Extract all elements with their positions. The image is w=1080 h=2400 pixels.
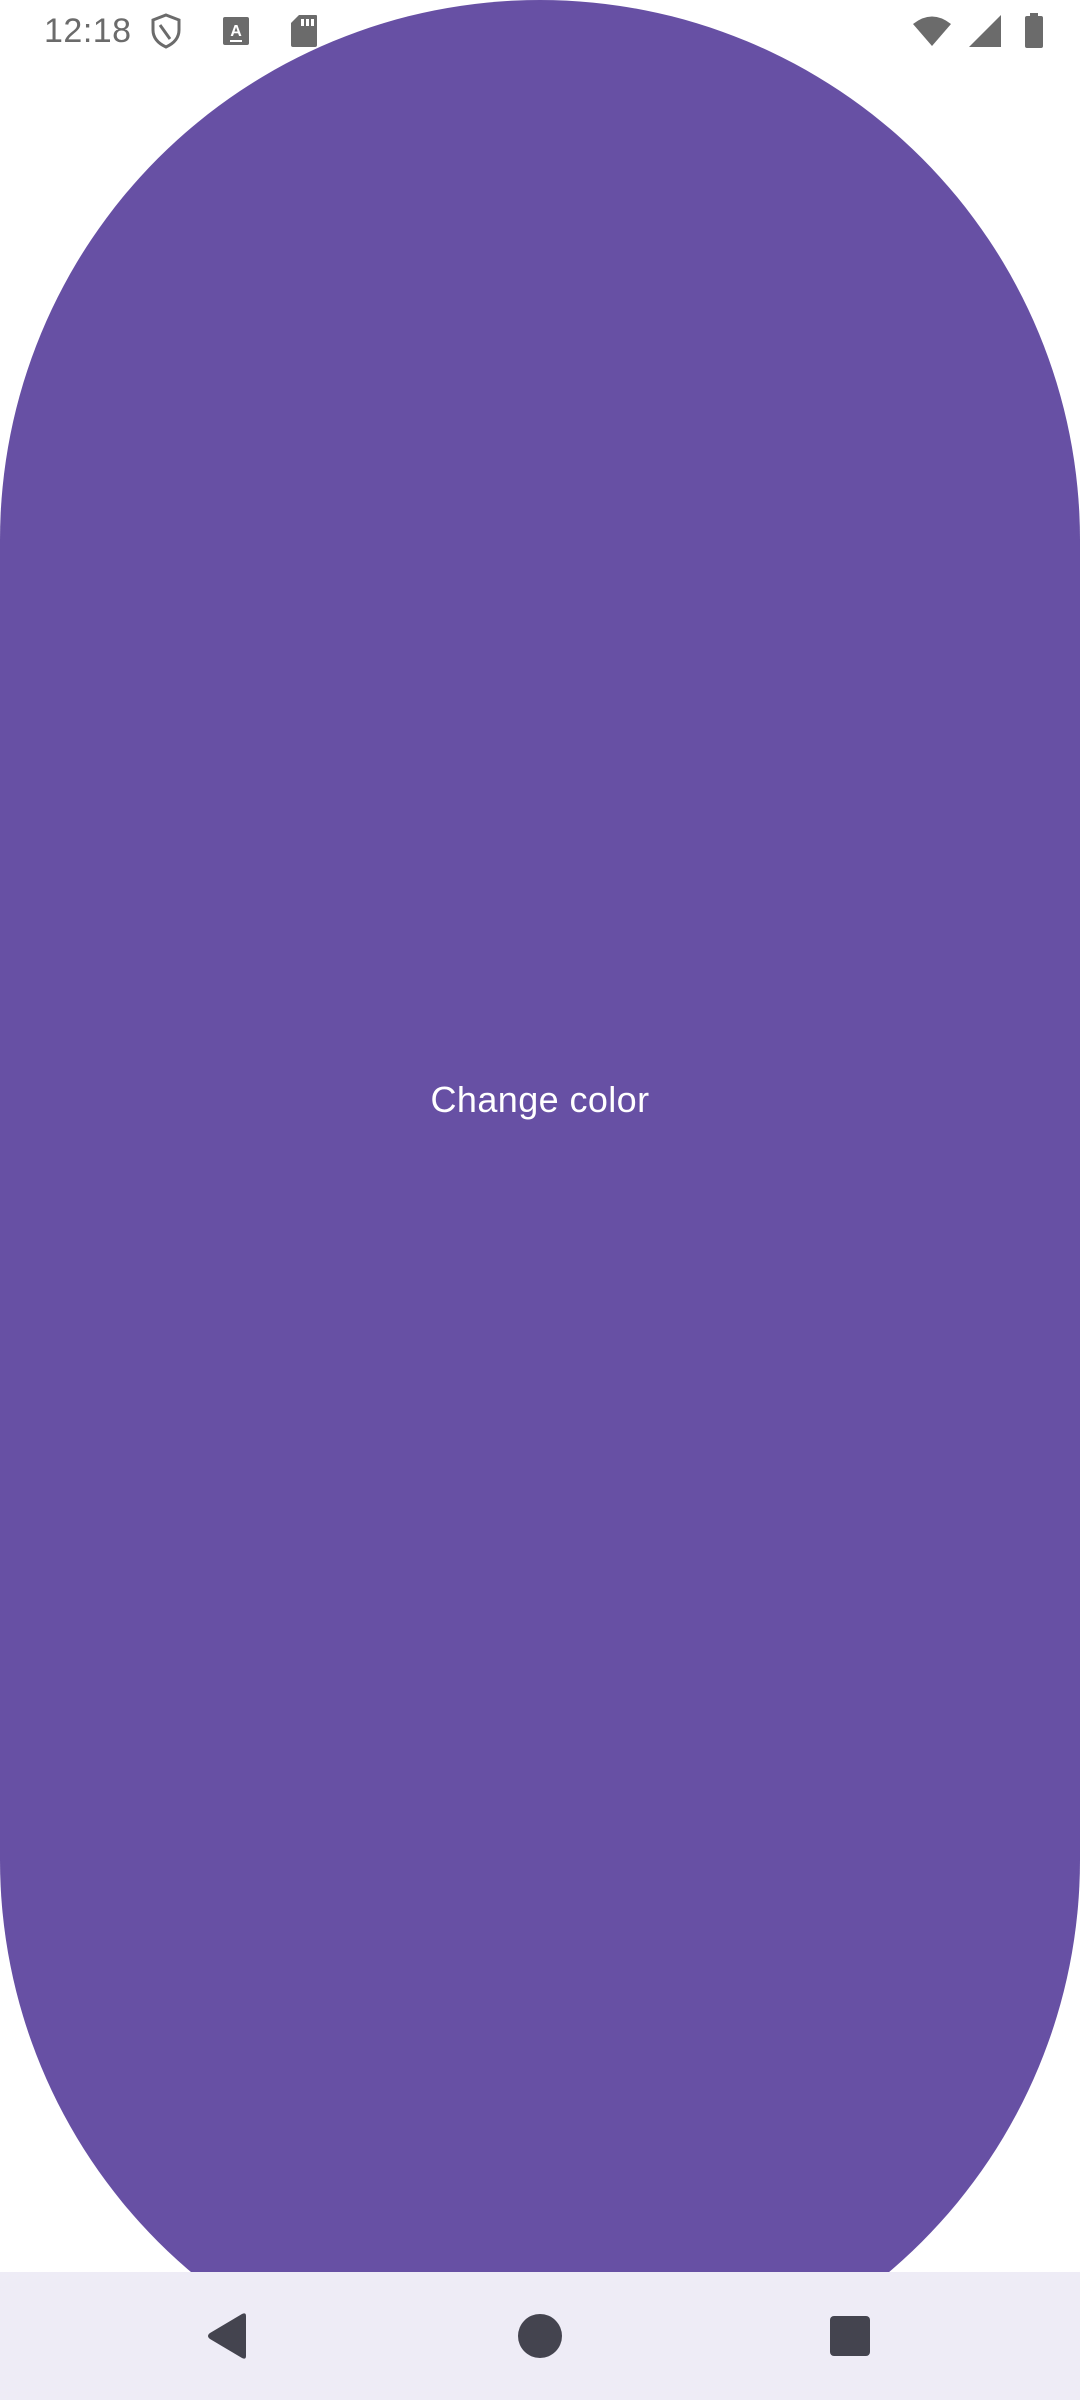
wifi-icon — [912, 15, 952, 47]
sd-card-icon — [290, 14, 318, 48]
navigation-bar — [0, 2272, 1080, 2400]
shield-icon — [150, 13, 182, 49]
recents-icon — [829, 2315, 871, 2357]
recents-button[interactable] — [810, 2296, 890, 2376]
battery-icon — [1024, 13, 1044, 49]
change-color-label: Change color — [430, 1079, 650, 1120]
clock: 12:18 — [44, 11, 132, 50]
app-screen: Change color 12:18 A — [0, 0, 1080, 2400]
back-button[interactable] — [188, 2296, 268, 2376]
change-color-button[interactable]: Change color — [0, 0, 1080, 2400]
back-icon — [206, 2312, 250, 2360]
svg-text:A: A — [230, 23, 242, 40]
text-recognition-icon: A — [222, 16, 250, 46]
status-bar: 12:18 A — [0, 0, 1080, 62]
home-button[interactable] — [500, 2296, 580, 2376]
cellular-signal-icon — [968, 14, 1002, 48]
home-icon — [517, 2313, 563, 2359]
